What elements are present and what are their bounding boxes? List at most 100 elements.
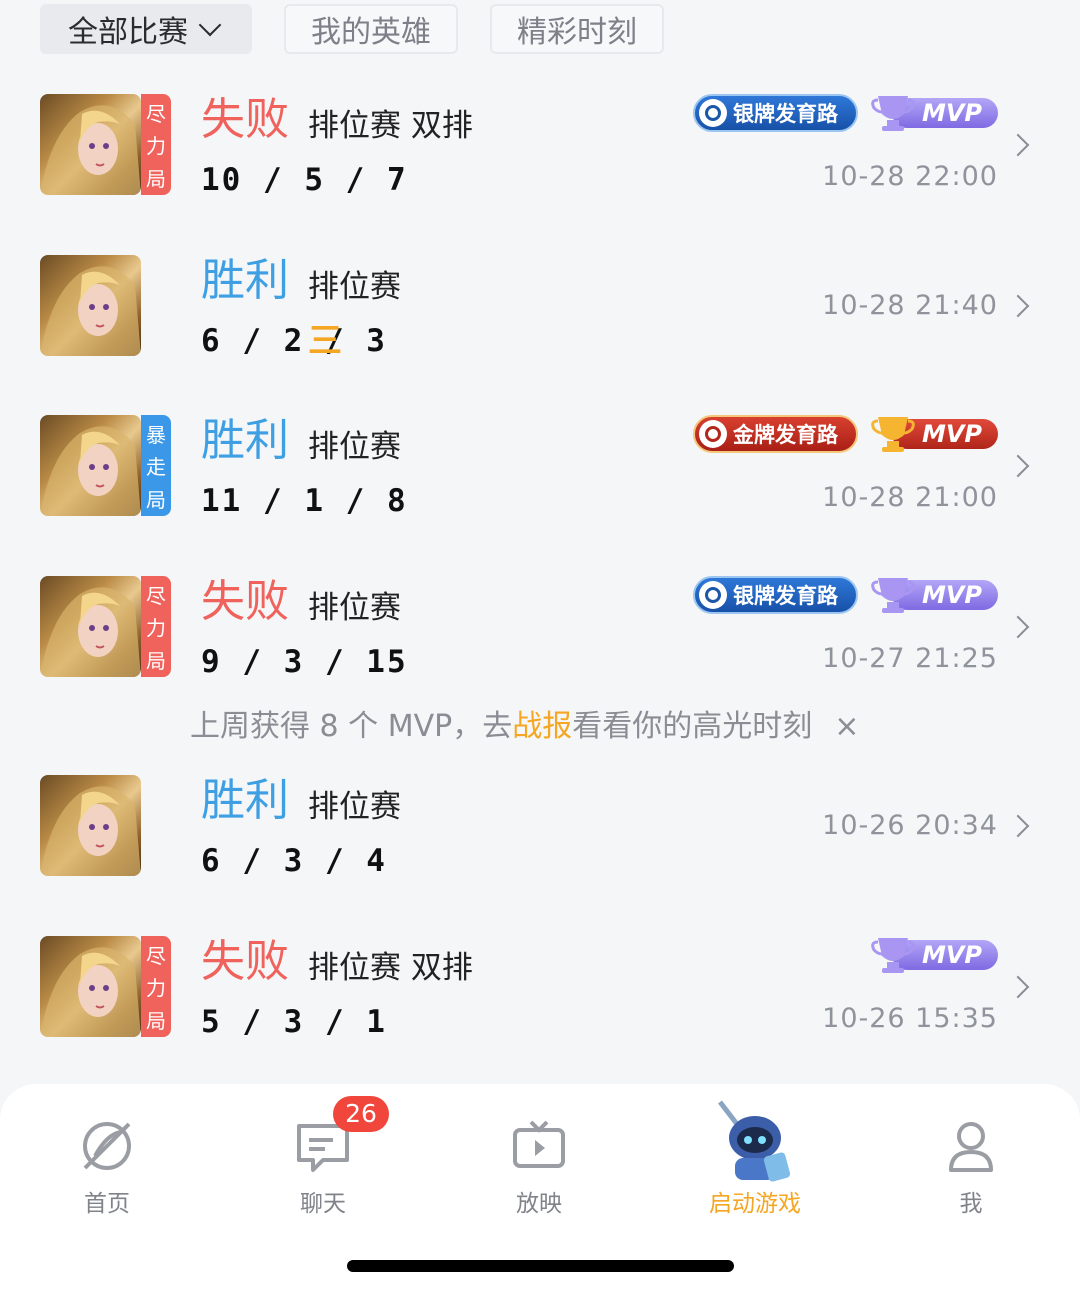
match-time: 10-28 22:00 — [822, 161, 998, 192]
rank-badge: 银牌发育路 — [693, 576, 858, 614]
filter-bar: 全部比赛 我的英雄 精彩时刻 — [40, 4, 664, 54]
match-result: 胜利 — [201, 415, 289, 466]
nav-launch-label: 启动游戏 — [709, 1191, 801, 1217]
performance-tag: 暴走局 — [141, 415, 171, 516]
mvp-badge: MVP — [870, 574, 1000, 616]
match-time: 10-26 20:34 — [822, 810, 998, 841]
rank-badge-label: 金牌发育路 — [733, 423, 838, 447]
rank-badge: 金牌发育路 — [693, 415, 858, 453]
nav-home[interactable]: 首页 — [27, 1084, 187, 1224]
performance-tag: 尽力局 — [141, 94, 171, 195]
nav-chat[interactable]: 26 聊天 — [243, 1084, 403, 1224]
chevron-right-icon[interactable] — [1006, 975, 1030, 999]
match-mode: 排位赛 — [308, 429, 401, 465]
performance-tag-char: 局 — [146, 487, 166, 512]
performance-tag: 尽力局 — [141, 936, 171, 1037]
performance-tag-char: 局 — [146, 1008, 166, 1033]
nav-profile-label: 我 — [959, 1191, 983, 1217]
filter-all-matches[interactable]: 全部比赛 — [40, 4, 252, 54]
match-result: 胜利 — [201, 775, 289, 826]
mvp-badge: MVP — [870, 92, 1000, 134]
home-icon — [83, 1122, 131, 1170]
mvp-badge: MVP — [870, 934, 1000, 976]
chevron-right-icon[interactable] — [1006, 615, 1030, 639]
triple-kill-icon: 三 — [308, 321, 342, 361]
match-result: 失败 — [201, 576, 289, 627]
kda-score: 9 / 3 / 15 — [201, 644, 408, 680]
match-row[interactable]: 胜利 排位赛 6 / 2 / 3 三 10-28 21:40 — [0, 255, 1080, 367]
rank-badge-label: 银牌发育路 — [733, 584, 838, 608]
nav-launch-game[interactable]: 启动游戏 — [675, 1084, 835, 1224]
match-mode: 排位赛 — [308, 269, 401, 305]
match-row[interactable]: 尽力局失败 排位赛 双排 5 / 3 / 1 MVP 10-26 15:35 — [0, 936, 1080, 1048]
trophy-icon — [871, 96, 915, 131]
nav-profile[interactable]: 我 — [891, 1084, 1051, 1224]
performance-tag-char: 尽 — [146, 583, 166, 608]
home-indicator — [347, 1260, 734, 1272]
match-mode: 排位赛 双排 — [308, 950, 473, 986]
chevron-right-icon[interactable] — [1006, 454, 1030, 478]
match-row[interactable]: 尽力局失败 排位赛 9 / 3 / 15 银牌发育路 MVP 10-27 21:25 — [0, 576, 1080, 688]
kda-score: 6 / 3 / 4 — [201, 843, 387, 879]
mvp-badge: MVP — [870, 413, 1000, 455]
nav-home-label: 首页 — [84, 1191, 130, 1217]
trophy-icon — [871, 578, 915, 613]
filter-heroes-label: 我的英雄 — [311, 15, 431, 50]
performance-tag-char: 力 — [146, 616, 166, 640]
notice-suffix: 看看你的高光时刻 — [572, 709, 813, 744]
filter-my-heroes[interactable]: 我的英雄 — [284, 4, 458, 54]
unread-count-badge: 26 — [333, 1096, 389, 1132]
nav-tv[interactable]: 放映 — [459, 1084, 619, 1224]
game-mascot-icon — [718, 1100, 791, 1182]
match-mode: 排位赛 双排 — [308, 108, 473, 144]
match-row[interactable]: 暴走局胜利 排位赛 11 / 1 / 8 金牌发育路 MVP 10-28 21:00 — [0, 415, 1080, 527]
performance-tag-char: 局 — [146, 648, 166, 673]
match-result: 失败 — [201, 94, 289, 145]
filter-highlights[interactable]: 精彩时刻 — [490, 4, 664, 54]
match-result: 失败 — [201, 936, 289, 987]
rank-badge: 银牌发育路 — [693, 94, 858, 132]
rank-badge-icon — [699, 581, 727, 609]
performance-tag-char: 尽 — [146, 943, 166, 968]
match-row[interactable]: 胜利 排位赛 6 / 3 / 4 10-26 20:34 — [0, 775, 1080, 887]
performance-tag-char: 力 — [146, 134, 166, 158]
chevron-down-icon — [198, 13, 222, 37]
match-time: 10-27 21:25 — [822, 643, 998, 674]
chevron-right-icon[interactable] — [1006, 133, 1030, 157]
mvp-notice: 上周获得 8 个 MVP，去战报看看你的高光时刻 × — [190, 706, 859, 748]
hero-avatar — [40, 775, 141, 876]
kda-score: 6 / 2 / 3 — [201, 323, 387, 359]
performance-tag-char: 力 — [146, 976, 166, 1000]
match-time: 10-28 21:00 — [822, 482, 998, 513]
performance-tag: 尽力局 — [141, 576, 171, 677]
performance-tag-char: 尽 — [146, 101, 166, 126]
nav-tv-label: 放映 — [516, 1191, 562, 1217]
hero-avatar — [40, 255, 141, 356]
match-mode: 排位赛 — [308, 789, 401, 825]
kda-score: 5 / 3 / 1 — [201, 1004, 387, 1040]
rank-badge-icon — [699, 420, 727, 448]
kda-score: 10 / 5 / 7 — [201, 162, 408, 198]
trophy-icon — [871, 417, 915, 452]
rank-badge-icon — [699, 99, 727, 127]
performance-tag-char: 走 — [146, 455, 166, 479]
tv-icon — [513, 1120, 565, 1168]
kda-score: 11 / 1 / 8 — [201, 483, 408, 519]
match-time: 10-28 21:40 — [822, 290, 998, 321]
hero-avatar — [40, 94, 141, 195]
nav-chat-label: 聊天 — [300, 1191, 346, 1217]
filter-highlights-label: 精彩时刻 — [517, 15, 637, 50]
match-row[interactable]: 尽力局失败 排位赛 双排 10 / 5 / 7 银牌发育路 MVP 10-28 22:00 — [0, 94, 1080, 206]
performance-tag-char: 局 — [146, 166, 166, 191]
battle-report-link[interactable]: 战报 — [512, 709, 572, 744]
match-result: 胜利 — [201, 255, 289, 306]
hero-avatar — [40, 415, 141, 516]
hero-avatar — [40, 936, 141, 1037]
chevron-right-icon[interactable] — [1006, 294, 1030, 318]
chevron-right-icon[interactable] — [1006, 814, 1030, 838]
close-icon[interactable]: × — [834, 709, 859, 744]
performance-tag-char: 暴 — [146, 422, 166, 447]
match-mode: 排位赛 — [308, 590, 401, 626]
match-time: 10-26 15:35 — [822, 1003, 998, 1034]
notice-prefix: 上周获得 8 个 MVP，去 — [190, 709, 513, 744]
